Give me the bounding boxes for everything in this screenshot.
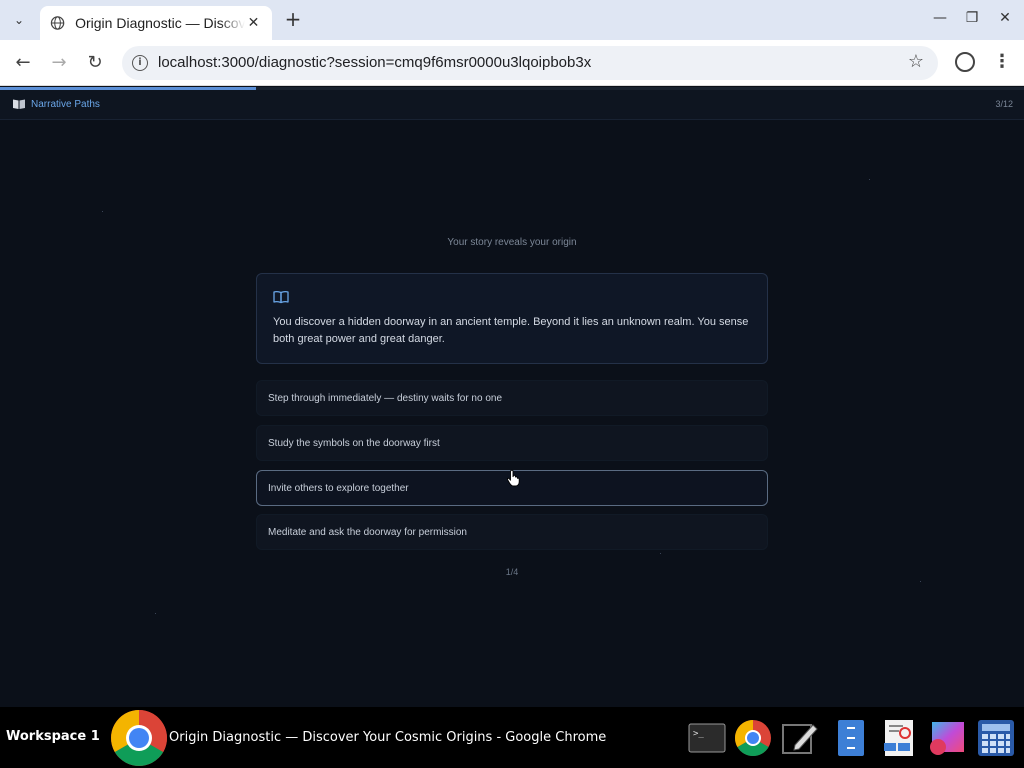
answer-option-label: Step through immediately — destiny waits… <box>268 392 503 404</box>
answer-option[interactable]: Study the symbols on the doorway first <box>256 425 768 461</box>
active-window-title: Origin Diagnostic — Discover Your Cosmic… <box>169 730 607 745</box>
image-viewer-icon[interactable] <box>928 719 966 757</box>
profile-icon[interactable] <box>955 52 975 72</box>
star-dot <box>660 553 661 554</box>
star-dot <box>869 179 870 180</box>
site-info-icon[interactable]: i <box>132 55 148 71</box>
story-text: You discover a hidden doorway in an anci… <box>273 316 749 345</box>
document-viewer-icon[interactable] <box>880 719 918 757</box>
reload-button[interactable]: ↻ <box>84 52 106 74</box>
restore-icon[interactable]: ❐ <box>962 10 982 26</box>
chrome-icon[interactable] <box>110 709 168 767</box>
answer-option-label: Study the symbols on the doorway first <box>268 437 440 449</box>
question-counter: 3/12 <box>995 99 1013 109</box>
workspace-label[interactable]: Workspace 1 <box>6 729 100 744</box>
bookmark-star-icon[interactable]: ☆ <box>908 51 924 72</box>
story-card: You discover a hidden doorway in an anci… <box>256 273 768 364</box>
page-subtitle: Your story reveals your origin <box>447 237 577 248</box>
close-window-icon[interactable]: ✕ <box>995 10 1015 26</box>
star-dot <box>102 211 103 212</box>
book-icon <box>13 99 25 109</box>
open-book-icon <box>273 290 289 304</box>
brand[interactable]: Narrative Paths <box>12 98 100 110</box>
star-dot <box>155 613 156 614</box>
globe-icon <box>50 16 65 30</box>
page-content: Narrative Paths 3/12 Your story reveals … <box>0 87 1024 707</box>
chrome-icon[interactable] <box>734 719 772 757</box>
tab-search-icon[interactable]: ⌄ <box>8 10 30 30</box>
back-button[interactable]: ← <box>12 52 34 74</box>
forward-button[interactable]: → <box>48 52 70 74</box>
browser-menu-icon[interactable]: ⋮ <box>993 50 1011 74</box>
browser-tab-strip: ⌄ Origin Diagnostic — Discover Your Cosm… <box>0 0 1024 40</box>
answer-option-label: Invite others to explore together <box>268 482 409 494</box>
answer-option[interactable]: Step through immediately — destiny waits… <box>256 380 768 416</box>
page-indicator: 1/4 <box>505 567 519 577</box>
browser-tab[interactable]: Origin Diagnostic — Discover Your Cosmic… <box>40 6 272 40</box>
terminal-icon[interactable]: >_ <box>688 719 726 757</box>
calculator-icon[interactable] <box>977 719 1015 757</box>
minimize-icon[interactable]: — <box>930 10 950 26</box>
file-manager-icon[interactable] <box>832 719 870 757</box>
hand-cursor-icon <box>507 469 520 487</box>
taskbar: Workspace 1 Origin Diagnostic — Discover… <box>0 707 1024 768</box>
brand-label: Narrative Paths <box>31 98 100 110</box>
svg-text:>_: >_ <box>693 729 704 739</box>
address-bar[interactable]: i localhost:3000/diagnostic?session=cmq9… <box>122 46 938 80</box>
url-text[interactable]: localhost:3000/diagnostic?session=cmq9f6… <box>158 54 591 71</box>
answer-option-label: Meditate and ask the doorway for permiss… <box>268 526 467 538</box>
star-dot <box>920 581 921 582</box>
app-header: Narrative Paths 3/12 <box>0 90 1024 120</box>
browser-toolbar: ← → ↻ i localhost:3000/diagnostic?sessio… <box>0 40 1024 86</box>
text-editor-icon[interactable] <box>781 719 819 757</box>
close-tab-icon[interactable]: ✕ <box>245 15 262 31</box>
tab-title: Origin Diagnostic — Discover Your Cosmic… <box>75 15 246 31</box>
new-tab-button[interactable]: + <box>282 9 304 31</box>
answer-option[interactable]: Meditate and ask the doorway for permiss… <box>256 514 768 550</box>
